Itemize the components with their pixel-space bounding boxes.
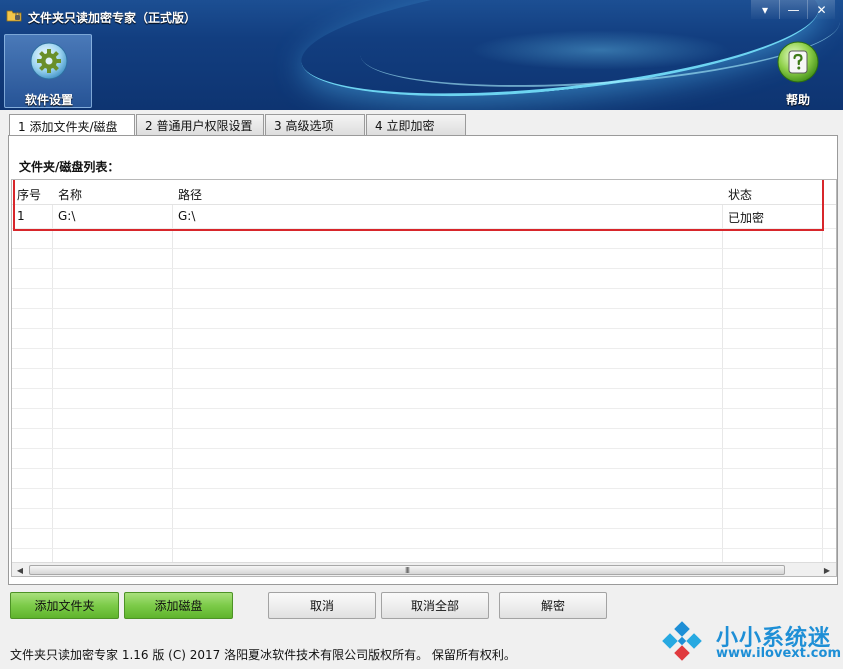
add-folder-button[interactable]: 添加文件夹 xyxy=(10,592,119,619)
row-divider xyxy=(12,248,836,249)
row-divider xyxy=(12,528,836,529)
scroll-right-icon[interactable]: ▶ xyxy=(820,563,834,576)
row-divider xyxy=(12,348,836,349)
column-header-path[interactable]: 路径 xyxy=(178,186,202,203)
close-button[interactable]: ✕ xyxy=(807,0,835,19)
column-divider xyxy=(822,180,823,563)
window-controls: ▾ — ✕ xyxy=(751,0,835,19)
row-divider xyxy=(12,488,836,489)
scrollbar-thumb[interactable]: III xyxy=(29,565,785,575)
decrypt-button[interactable]: 解密 xyxy=(499,592,607,619)
gear-icon xyxy=(30,42,68,80)
row-divider xyxy=(12,328,836,329)
row-divider xyxy=(12,508,836,509)
list-caption: 文件夹/磁盘列表： xyxy=(19,160,120,174)
tab-strip: 1 添加文件夹/磁盘 2 普通用户权限设置 3 高级选项 4 立即加密 xyxy=(9,114,467,137)
column-divider xyxy=(722,180,723,563)
horizontal-scrollbar[interactable]: ◀ III ▶ xyxy=(12,562,836,576)
folder-disk-list[interactable]: 序号 名称 路径 状态 1 G:\ G:\ 已加密 ◀ III ▶ xyxy=(11,179,837,577)
window-title: 文件夹只读加密专家（正式版） xyxy=(28,11,197,25)
row-path: G:\ xyxy=(178,209,196,223)
help-label[interactable]: 帮助 xyxy=(774,91,822,108)
column-header-status[interactable]: 状态 xyxy=(728,186,752,203)
scroll-left-icon[interactable]: ◀ xyxy=(13,563,27,576)
scroll-grip: III xyxy=(404,565,410,575)
row-divider xyxy=(12,368,836,369)
tab-panel: 文件夹/磁盘列表： 序号 名称 路径 状态 1 G:\ G:\ 已加密 ◀ II… xyxy=(8,135,838,585)
settings-label: 软件设置 xyxy=(24,93,73,107)
cancel-button[interactable]: 取消 xyxy=(268,592,376,619)
row-divider xyxy=(12,448,836,449)
add-disk-button[interactable]: 添加磁盘 xyxy=(124,592,233,619)
row-status: 已加密 xyxy=(728,211,765,225)
row-divider xyxy=(12,228,836,229)
column-divider xyxy=(52,180,53,563)
list-header: 序号 名称 路径 状态 xyxy=(12,180,836,205)
watermark-url: www.ilovext.com xyxy=(716,646,841,661)
help-icon[interactable] xyxy=(776,40,820,84)
row-divider xyxy=(12,288,836,289)
column-header-index[interactable]: 序号 xyxy=(17,186,41,203)
app-icon xyxy=(6,10,22,22)
row-divider xyxy=(12,308,836,309)
row-divider xyxy=(12,468,836,469)
tab-user-permissions[interactable]: 2 普通用户权限设置 xyxy=(136,114,264,136)
row-divider xyxy=(12,408,836,409)
dropdown-menu-button[interactable]: ▾ xyxy=(751,0,779,19)
minimize-button[interactable]: — xyxy=(779,0,807,19)
row-divider xyxy=(12,388,836,389)
row-divider xyxy=(12,268,836,269)
column-header-name[interactable]: 名称 xyxy=(58,186,82,203)
row-divider xyxy=(12,548,836,549)
column-divider xyxy=(172,180,173,563)
site-watermark: 小小系统迷 www.ilovext.com xyxy=(654,614,841,666)
title-bar[interactable]: 文件夹只读加密专家（正式版） ▾ — ✕ xyxy=(0,0,843,32)
cancel-all-button[interactable]: 取消全部 xyxy=(381,592,489,619)
app-header: 文件夹只读加密专家（正式版） ▾ — ✕ 软件设置 帮助 xyxy=(0,0,843,110)
tab-add-folder-disk[interactable]: 1 添加文件夹/磁盘 xyxy=(9,114,135,137)
tab-advanced-options[interactable]: 3 高级选项 xyxy=(265,114,365,136)
row-index: 1 xyxy=(17,209,25,223)
copyright-text: 文件夹只读加密专家 1.16 版 (C) 2017 洛阳夏冰软件技术有限公司版权… xyxy=(10,648,516,662)
row-name: G:\ xyxy=(58,209,76,223)
header-glow-decoration xyxy=(470,30,730,70)
tab-encrypt-now[interactable]: 4 立即加密 xyxy=(366,114,466,136)
software-settings-button[interactable]: 软件设置 xyxy=(4,34,92,108)
watermark-logo-icon xyxy=(662,621,702,661)
row-divider xyxy=(12,428,836,429)
